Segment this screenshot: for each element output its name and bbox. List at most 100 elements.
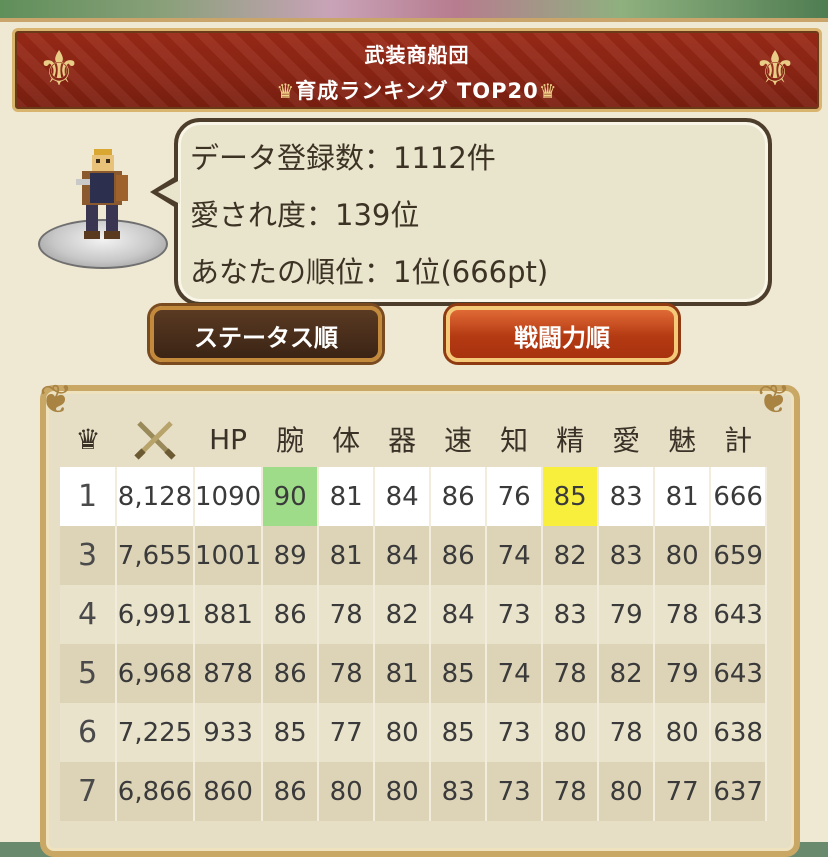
ranking-subtitle-row: ♛育成ランキング TOP20♛ bbox=[15, 75, 819, 105]
stat-cell: 86 bbox=[430, 526, 488, 585]
your-rank-text: あなたの順位：1位(666pt) bbox=[190, 255, 549, 289]
data-count-text: データ登録数：1112件 bbox=[190, 141, 496, 175]
stat-cell: 81 bbox=[654, 467, 712, 526]
table-row[interactable]: 6 7,225 933 85 77 80 85 73 80 78 80 638 bbox=[60, 703, 768, 762]
arm-column-header[interactable]: 腕 bbox=[262, 411, 318, 467]
stat-cell: 78 bbox=[318, 644, 376, 703]
stat-cell: 83 bbox=[598, 526, 656, 585]
stat-cell: 80 bbox=[374, 762, 432, 821]
stat-cell: 82 bbox=[542, 526, 600, 585]
stat-cell: 83 bbox=[598, 467, 656, 526]
stat-cell: 81 bbox=[318, 526, 376, 585]
stat-cell: 78 bbox=[318, 585, 376, 644]
power-column-header[interactable] bbox=[116, 411, 194, 467]
stat-cell: 79 bbox=[654, 644, 712, 703]
stat-cell: 89 bbox=[262, 526, 320, 585]
stat-cell: 86 bbox=[262, 644, 320, 703]
total-cell: 643 bbox=[710, 644, 768, 703]
character-sprite-icon bbox=[76, 149, 128, 239]
table-header-row: ♛ HP 腕 体 器 速 知 精 愛 魅 計 bbox=[60, 411, 766, 467]
power-cell: 7,655 bbox=[116, 526, 195, 585]
rank-column-header[interactable]: ♛ bbox=[60, 411, 116, 467]
hp-cell: 1090 bbox=[194, 467, 264, 526]
stat-cell-highlight-green: 90 bbox=[262, 467, 320, 526]
table-row[interactable]: 4 6,991 881 86 78 82 84 73 83 79 78 643 bbox=[60, 585, 768, 644]
stat-cell: 76 bbox=[486, 467, 544, 526]
sort-by-power-button[interactable]: 戦闘力順 bbox=[446, 306, 678, 362]
crown-icon: ♛ bbox=[276, 79, 296, 103]
hp-cell: 878 bbox=[194, 644, 264, 703]
crown-icon: ♛ bbox=[538, 79, 558, 103]
stat-cell: 83 bbox=[542, 585, 600, 644]
stat-cell: 80 bbox=[654, 703, 712, 762]
power-cell: 6,866 bbox=[116, 762, 195, 821]
speed-column-header[interactable]: 速 bbox=[430, 411, 486, 467]
stat-cell: 84 bbox=[430, 585, 488, 644]
stat-cell: 80 bbox=[654, 526, 712, 585]
hp-cell: 933 bbox=[194, 703, 264, 762]
stat-cell: 85 bbox=[430, 703, 488, 762]
total-cell: 637 bbox=[710, 762, 768, 821]
table-row[interactable]: 5 6,968 878 86 78 81 85 74 78 82 79 643 bbox=[60, 644, 768, 703]
rank-cell: 6 bbox=[60, 703, 117, 762]
total-cell: 666 bbox=[710, 467, 768, 526]
group-title: 武装商船団 bbox=[364, 43, 470, 67]
stat-cell: 82 bbox=[374, 585, 432, 644]
stat-cell: 84 bbox=[374, 526, 432, 585]
total-cell: 659 bbox=[710, 526, 768, 585]
stat-cell: 86 bbox=[262, 585, 320, 644]
ranking-header: ⚜ ⚜ 武装商船団 ♛育成ランキング TOP20♛ bbox=[12, 28, 822, 112]
rank-cell: 4 bbox=[60, 585, 117, 644]
rank-cell: 3 bbox=[60, 526, 117, 585]
stat-cell: 78 bbox=[542, 762, 600, 821]
stat-cell: 73 bbox=[486, 762, 544, 821]
intellect-column-header[interactable]: 知 bbox=[486, 411, 542, 467]
spirit-column-header[interactable]: 精 bbox=[542, 411, 598, 467]
charm-column-header[interactable]: 魅 bbox=[654, 411, 710, 467]
stat-cell: 78 bbox=[598, 703, 656, 762]
stat-cell: 86 bbox=[262, 762, 320, 821]
stat-cell: 83 bbox=[430, 762, 488, 821]
power-cell: 6,991 bbox=[116, 585, 195, 644]
stat-cell: 80 bbox=[598, 762, 656, 821]
body-column-header[interactable]: 体 bbox=[318, 411, 374, 467]
hp-column-header[interactable]: HP bbox=[194, 411, 262, 467]
power-cell: 6,968 bbox=[116, 644, 195, 703]
total-cell: 643 bbox=[710, 585, 768, 644]
sort-by-status-button[interactable]: ステータス順 bbox=[150, 306, 382, 362]
table-row[interactable]: 1 8,128 1090 90 81 84 86 76 85 83 81 666 bbox=[60, 467, 768, 526]
hp-cell: 1001 bbox=[194, 526, 264, 585]
affection-rank-text: 愛され度：139位 bbox=[190, 198, 420, 232]
rank-cell: 1 bbox=[60, 467, 117, 526]
stat-cell: 80 bbox=[374, 703, 432, 762]
total-column-header[interactable]: 計 bbox=[710, 411, 766, 467]
ranking-subtitle: 育成ランキング TOP20 bbox=[295, 79, 539, 103]
stat-cell: 81 bbox=[374, 644, 432, 703]
ranking-table: ♛ HP 腕 体 器 速 知 精 愛 魅 計 1 8,128 1090 90 8… bbox=[60, 411, 768, 821]
hp-cell: 860 bbox=[194, 762, 264, 821]
stat-cell: 77 bbox=[318, 703, 376, 762]
stat-cell: 79 bbox=[598, 585, 656, 644]
stat-cell: 74 bbox=[486, 526, 544, 585]
stat-cell: 73 bbox=[486, 585, 544, 644]
stat-cell: 84 bbox=[374, 467, 432, 526]
stat-cell: 86 bbox=[430, 467, 488, 526]
stat-cell: 80 bbox=[318, 762, 376, 821]
table-row[interactable]: 7 6,866 860 86 80 80 83 73 78 80 77 637 bbox=[60, 762, 768, 821]
love-column-header[interactable]: 愛 bbox=[598, 411, 654, 467]
rank-cell: 7 bbox=[60, 762, 117, 821]
table-row[interactable]: 3 7,655 1001 89 81 84 86 74 82 83 80 659 bbox=[60, 526, 768, 585]
power-cell: 8,128 bbox=[116, 467, 195, 526]
crown-icon: ♛ bbox=[75, 422, 101, 456]
rank-cell: 5 bbox=[60, 644, 117, 703]
hp-cell: 881 bbox=[194, 585, 264, 644]
stat-cell-highlight-yellow: 85 bbox=[542, 467, 600, 526]
stat-cell: 77 bbox=[654, 762, 712, 821]
stat-cell: 85 bbox=[430, 644, 488, 703]
crossed-swords-icon bbox=[134, 421, 176, 460]
stat-cell: 78 bbox=[654, 585, 712, 644]
stat-cell: 81 bbox=[318, 467, 376, 526]
skill-column-header[interactable]: 器 bbox=[374, 411, 430, 467]
total-cell: 638 bbox=[710, 703, 768, 762]
stat-cell: 74 bbox=[486, 644, 544, 703]
